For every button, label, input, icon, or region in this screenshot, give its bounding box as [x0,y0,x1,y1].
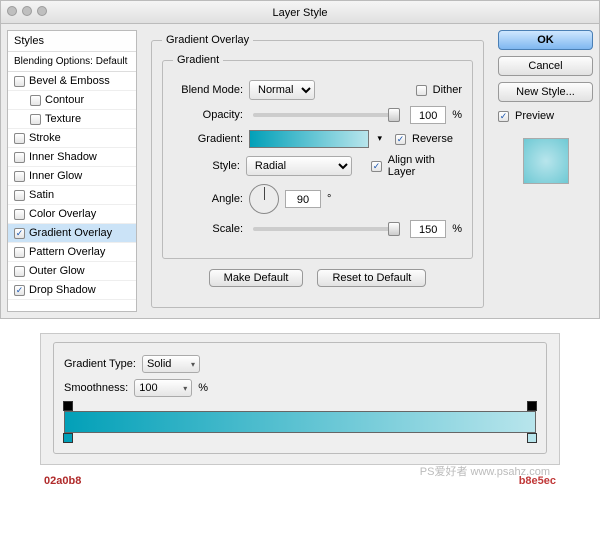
angle-input[interactable]: 90 [285,190,321,208]
sidebar-checkbox[interactable] [14,152,25,163]
sidebar-checkbox[interactable] [30,114,41,125]
sidebar-checkbox[interactable] [14,171,25,182]
sidebar-item-label: Bevel & Emboss [29,75,110,87]
blendmode-label: Blend Mode: [173,84,243,96]
blending-options[interactable]: Blending Options: Default [8,52,136,72]
smoothness-label: Smoothness: [64,382,128,394]
make-default-button[interactable]: Make Default [209,269,304,287]
sidebar-item-satin[interactable]: Satin [8,186,136,205]
sidebar-header[interactable]: Styles [8,31,136,52]
angle-label: Angle: [173,193,243,205]
sidebar-checkbox[interactable] [30,95,41,106]
group-title: Gradient Overlay [162,34,253,46]
gradient-type-label: Gradient Type: [64,358,136,370]
angle-dial[interactable] [249,184,279,214]
window-controls[interactable] [7,6,47,16]
sidebar-item-drop-shadow[interactable]: Drop Shadow [8,281,136,300]
sidebar-item-label: Satin [29,189,54,201]
sidebar-checkbox[interactable] [14,266,25,277]
opacity-input[interactable]: 100 [410,106,446,124]
gradient-overlay-group: Gradient Overlay Gradient Blend Mode: No… [151,34,484,308]
scale-input[interactable]: 150 [410,220,446,238]
sidebar-item-label: Color Overlay [29,208,96,220]
color-stop-right[interactable] [527,433,537,443]
sidebar-checkbox[interactable] [14,247,25,258]
gradient-bar[interactable] [64,411,536,433]
sidebar-checkbox[interactable] [14,190,25,201]
sidebar-checkbox[interactable] [14,209,25,220]
dither-label: Dither [433,84,462,96]
blendmode-select[interactable]: Normal [249,80,315,100]
sidebar-item-label: Contour [45,94,84,106]
titlebar: Layer Style [1,1,599,24]
main-panel: Gradient Overlay Gradient Blend Mode: No… [143,30,492,312]
align-checkbox[interactable] [371,161,382,172]
style-label: Style: [173,160,240,172]
reverse-label: Reverse [412,133,453,145]
sidebar-item-bevel-emboss[interactable]: Bevel & Emboss [8,72,136,91]
gradient-type-select[interactable]: Solid [142,355,200,373]
gradient-label: Gradient: [173,133,243,145]
sidebar-item-stroke[interactable]: Stroke [8,129,136,148]
watermark: PS爱好者 www.psahz.com [420,463,550,479]
sidebar-item-label: Gradient Overlay [29,227,112,239]
opacity-stop-right[interactable] [527,401,537,411]
styles-sidebar: Styles Blending Options: Default Bevel &… [7,30,137,312]
sidebar-checkbox[interactable] [14,228,25,239]
window-title: Layer Style [272,7,327,19]
sidebar-item-inner-glow[interactable]: Inner Glow [8,167,136,186]
scale-slider[interactable] [253,227,400,231]
layer-style-dialog: Layer Style Styles Blending Options: Def… [0,0,600,319]
new-style-button[interactable]: New Style... [498,82,593,102]
gradient-subgroup: Gradient Blend Mode: Normal Dither Opaci… [162,54,473,259]
gradient-picker[interactable] [249,130,369,148]
preview-label: Preview [515,110,554,122]
preview-swatch [523,138,569,184]
sidebar-item-label: Inner Shadow [29,151,97,163]
preview-checkbox[interactable] [498,111,509,122]
sidebar-checkbox[interactable] [14,76,25,87]
sidebar-item-texture[interactable]: Texture [8,110,136,129]
sidebar-item-outer-glow[interactable]: Outer Glow [8,262,136,281]
align-label: Align with Layer [388,154,462,178]
sidebar-item-label: Inner Glow [29,170,82,182]
opacity-label: Opacity: [173,109,243,121]
opacity-stop-left[interactable] [63,401,73,411]
sidebar-checkbox[interactable] [14,285,25,296]
style-select[interactable]: Radial [246,156,352,176]
smoothness-input[interactable]: 100 [134,379,192,397]
sidebar-checkbox[interactable] [14,133,25,144]
reverse-checkbox[interactable] [395,134,406,145]
color-stop-left[interactable] [63,433,73,443]
sidebar-item-gradient-overlay[interactable]: Gradient Overlay [8,224,136,243]
sidebar-item-label: Texture [45,113,81,125]
hex-left: 02a0b8 [44,475,81,487]
opacity-slider[interactable] [253,113,400,117]
sidebar-item-label: Stroke [29,132,61,144]
sidebar-item-label: Pattern Overlay [29,246,105,258]
sidebar-item-pattern-overlay[interactable]: Pattern Overlay [8,243,136,262]
gradient-editor: Gradient Type: Solid Smoothness: 100 % [40,333,560,465]
subgroup-title: Gradient [173,54,223,66]
sidebar-item-inner-shadow[interactable]: Inner Shadow [8,148,136,167]
reset-default-button[interactable]: Reset to Default [317,269,426,287]
sidebar-item-color-overlay[interactable]: Color Overlay [8,205,136,224]
dither-checkbox[interactable] [416,85,427,96]
sidebar-item-label: Outer Glow [29,265,85,277]
scale-label: Scale: [173,223,243,235]
ok-button[interactable]: OK [498,30,593,50]
cancel-button[interactable]: Cancel [498,56,593,76]
right-buttons: OK Cancel New Style... Preview [498,30,593,312]
sidebar-item-contour[interactable]: Contour [8,91,136,110]
sidebar-item-label: Drop Shadow [29,284,96,296]
